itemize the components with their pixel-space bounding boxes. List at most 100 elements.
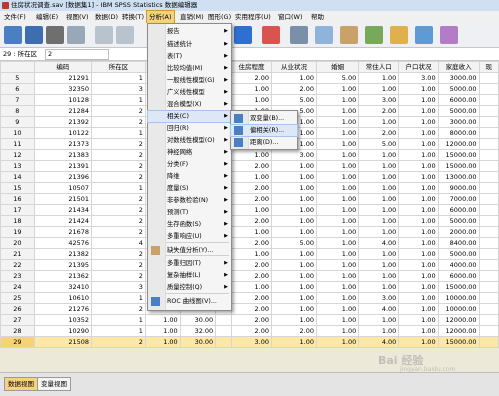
cell[interactable]: 4000.00 [437, 259, 480, 271]
column-header-8[interactable]: 婚姻 [316, 61, 360, 73]
table-row[interactable]: 12 21383 2 1.00 3.00 1.00 1.00 1.00 15000.00 [0, 149, 499, 161]
cell[interactable] [478, 325, 499, 337]
cell[interactable]: 5.00 [270, 237, 318, 249]
table-row[interactable]: 21 21382 2 1.00 1.00 1.00 1.00 1.00 5000.00 [0, 248, 499, 260]
cell[interactable]: 1.00 [270, 248, 318, 260]
cell[interactable]: 1.00 [398, 149, 439, 161]
cell[interactable]: 1.00 [316, 303, 360, 315]
row-number[interactable]: 11 [0, 138, 35, 150]
cell[interactable]: 10290 [33, 325, 93, 337]
find-icon[interactable] [290, 26, 308, 44]
row-number[interactable]: 27 [0, 314, 35, 326]
analyze-menu-item-5[interactable]: 广义线性模型 ▶ [148, 87, 231, 98]
analyze-menu-item-9[interactable]: 对数线性模型(O) ▶ [148, 135, 231, 146]
row-number[interactable]: 5 [0, 72, 35, 84]
row-number[interactable]: 29 [0, 336, 35, 348]
cell[interactable]: 1 [91, 127, 146, 139]
cell[interactable]: 21383 [33, 149, 93, 161]
table-row[interactable]: 29 21508 2 1.00 30.00 3.00 1.00 1.00 4.00 1.00 150… [0, 336, 499, 348]
cell[interactable]: 5000.00 [437, 248, 480, 260]
cell[interactable] [478, 116, 499, 128]
cell[interactable]: 1.00 [398, 292, 439, 304]
row-number[interactable]: 9 [0, 116, 35, 128]
table-row[interactable]: 18 21424 2 2.00 1.00 1.00 1.00 1.00 5000.00 [0, 215, 499, 227]
column-header-7[interactable]: 从业状况 [270, 61, 318, 73]
cell[interactable]: 1.00 [398, 204, 439, 216]
cell[interactable]: 32.00 [179, 325, 217, 337]
row-number[interactable]: 16 [0, 193, 35, 205]
cell[interactable] [478, 292, 499, 304]
cell[interactable]: 1.00 [358, 281, 400, 293]
cell[interactable]: 1.00 [398, 303, 439, 315]
cell[interactable]: 1.00 [230, 226, 272, 238]
cell[interactable]: 2.00 [270, 83, 318, 95]
cell[interactable]: 2 [91, 204, 146, 216]
cell[interactable]: 1.00 [316, 160, 360, 172]
cell[interactable]: 1.00 [398, 281, 439, 293]
cell[interactable]: 2.00 [230, 292, 272, 304]
table-row[interactable]: 5 21291 1 2.00 1.00 5.00 1.00 3.00 3000.00 [0, 72, 499, 84]
menu-7[interactable]: 图形(G) [206, 11, 233, 23]
cell[interactable]: 1.00 [358, 314, 400, 326]
row-number[interactable]: 19 [0, 226, 35, 238]
cell[interactable]: 30.00 [179, 336, 217, 348]
cell[interactable]: 3.00 [230, 336, 272, 348]
cell[interactable] [478, 138, 499, 150]
cell[interactable] [478, 314, 499, 326]
cell[interactable]: 1.00 [230, 83, 272, 95]
cell[interactable]: 1 [91, 292, 146, 304]
cell[interactable]: 1.00 [316, 116, 360, 128]
cell[interactable] [478, 270, 499, 282]
cell[interactable]: 1.00 [270, 193, 318, 205]
cell[interactable]: 7000.00 [437, 193, 480, 205]
save-icon[interactable] [25, 26, 43, 44]
cell[interactable]: 2 [91, 160, 146, 172]
cell[interactable]: 30.00 [179, 314, 217, 326]
cell[interactable]: 1.00 [316, 127, 360, 139]
cell[interactable]: 6000.00 [437, 204, 480, 216]
analyze-menu-item-3[interactable]: 比较均值(M) ▶ [148, 63, 231, 74]
cell[interactable]: 2 [91, 138, 146, 150]
correlate-submenu-item-1[interactable]: 偏相关(R)... [230, 124, 298, 137]
cell[interactable]: 1.00 [316, 193, 360, 205]
row-number[interactable]: 12 [0, 149, 35, 161]
cell[interactable]: 1.00 [230, 281, 272, 293]
cell[interactable]: 21382 [33, 248, 93, 260]
cell-value-field[interactable]: 2 [45, 49, 109, 60]
cell[interactable]: 2 [91, 149, 146, 161]
cell[interactable]: 1.00 [230, 204, 272, 216]
cell[interactable]: 1.00 [398, 182, 439, 194]
menu-0[interactable]: 文件(F) [2, 11, 28, 23]
cell[interactable]: 1.00 [144, 314, 181, 326]
cell[interactable]: 5000.00 [437, 215, 480, 227]
cell[interactable] [215, 325, 232, 337]
cell[interactable]: 2 [91, 116, 146, 128]
cell[interactable]: 3.00 [358, 94, 400, 106]
cell[interactable] [478, 226, 499, 238]
row-number[interactable]: 10 [0, 127, 35, 139]
cell[interactable]: 32410 [33, 281, 93, 293]
cell[interactable]: 1.00 [398, 215, 439, 227]
cell[interactable] [215, 336, 232, 348]
cell[interactable]: 1.00 [358, 325, 400, 337]
analyze-menu-item-7[interactable]: 相关(C) ▶ [147, 110, 232, 123]
cell[interactable]: 1.00 [398, 105, 439, 117]
cell[interactable]: 1.00 [270, 259, 318, 271]
cell[interactable]: 10610 [33, 292, 93, 304]
cell[interactable]: 13000.00 [437, 171, 480, 183]
cell[interactable]: 1.00 [358, 248, 400, 260]
cell[interactable] [478, 259, 499, 271]
select-cases-icon[interactable] [365, 26, 383, 44]
cell[interactable]: 5.00 [316, 72, 360, 84]
cell[interactable]: 1.00 [270, 281, 318, 293]
column-header-11[interactable]: 家庭收入 [437, 61, 480, 73]
cell[interactable]: 21678 [33, 226, 93, 238]
cell[interactable]: 1.00 [270, 303, 318, 315]
cell[interactable]: 1.00 [398, 193, 439, 205]
cell[interactable]: 3000.00 [437, 72, 480, 84]
cell[interactable]: 5.00 [358, 138, 400, 150]
row-number[interactable]: 17 [0, 204, 35, 216]
cell[interactable]: 1.00 [358, 270, 400, 282]
menu-2[interactable]: 视图(V) [64, 11, 91, 23]
table-row[interactable]: 251061011.0025.002.001.001.003.001.00100… [0, 292, 499, 304]
